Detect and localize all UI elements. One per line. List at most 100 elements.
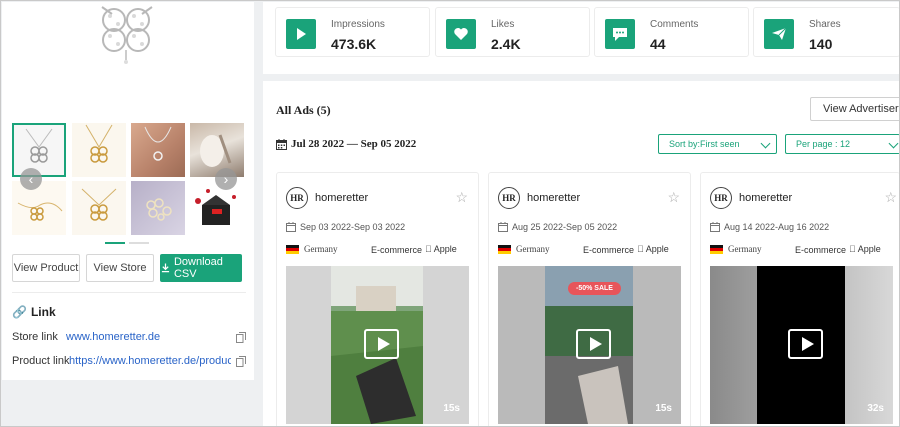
sort-by-value: Sort by:First seen [669, 139, 740, 149]
advertiser-logo: HR [710, 187, 732, 209]
store-link-row: Store link www.homeretter.de [12, 331, 246, 347]
stat-shares: Shares 140 [753, 7, 900, 57]
ad-os-text: Apple [639, 244, 669, 254]
germany-flag-icon [286, 245, 299, 254]
calendar-icon [710, 222, 720, 232]
calendar-icon [276, 138, 287, 150]
download-csv-label: Download CSV [173, 256, 223, 280]
advertiser-name[interactable]: homeretter [315, 192, 368, 204]
ad-card[interactable]: HR homeretter ☆ Aug 14 2022-Aug 16 2022 … [700, 172, 900, 427]
comment-icon [605, 19, 635, 49]
engagement-stats: Impressions 473.6K Likes 2.4K Comments 4… [263, 2, 900, 74]
stat-value: 44 [650, 36, 666, 52]
ad-date-range: Sep 03 2022-Sep 03 2022 [286, 222, 405, 232]
germany-flag-icon [710, 245, 723, 254]
play-icon[interactable] [364, 329, 399, 359]
date-range-text: Jul 28 2022 — Sep 05 2022 [291, 138, 417, 150]
video-duration: 15s [443, 403, 460, 414]
chevron-left-icon: ‹ [28, 171, 34, 187]
view-advertisers-button[interactable]: View Advertisers [810, 97, 900, 121]
star-icon[interactable]: ☆ [667, 190, 680, 204]
thumbnail-1[interactable] [12, 123, 66, 177]
play-icon[interactable] [576, 329, 611, 359]
advertiser-name[interactable]: homeretter [527, 192, 580, 204]
view-advertisers-label: View Advertisers [823, 103, 900, 115]
ad-country: Germany [516, 244, 550, 254]
ad-video[interactable]: 15s [286, 266, 469, 424]
ad-date-text: Sep 03 2022-Sep 03 2022 [300, 222, 406, 232]
thumbnail-3[interactable] [131, 123, 185, 177]
divider [12, 292, 246, 293]
ad-date-range: Aug 14 2022-Aug 16 2022 [710, 222, 829, 232]
stat-likes: Likes 2.4K [435, 7, 590, 57]
copy-icon[interactable] [236, 356, 246, 367]
germany-flag-icon [498, 245, 511, 254]
video-duration: 15s [655, 403, 672, 414]
product-panel: ‹ › View Product View Store Download CSV… [2, 2, 254, 380]
chevron-right-icon: › [223, 171, 229, 187]
ad-category: E-commerce [795, 245, 847, 255]
ad-date-text: Aug 14 2022-Aug 16 2022 [724, 222, 830, 232]
advertiser-logo: HR [498, 187, 520, 209]
product-main-image [101, 6, 153, 64]
date-range[interactable]: Jul 28 2022 — Sep 05 2022 [276, 138, 416, 150]
ad-date-text: Aug 25 2022-Sep 05 2022 [512, 222, 618, 232]
play-icon[interactable] [788, 329, 823, 359]
view-store-button[interactable]: View Store [86, 254, 154, 282]
view-product-button[interactable]: View Product [12, 254, 80, 282]
apple-icon:  [425, 244, 432, 254]
download-csv-button[interactable]: Download CSV [160, 254, 242, 282]
calendar-icon [498, 222, 508, 232]
carousel-dot-active[interactable] [105, 242, 125, 244]
download-icon [161, 263, 170, 273]
ad-os: Apple [849, 244, 881, 254]
view-store-label: View Store [93, 262, 147, 274]
sale-badge: -50% SALE [568, 282, 621, 295]
store-link-value[interactable]: www.homeretter.de [66, 331, 160, 343]
calendar-icon [286, 222, 296, 232]
product-link-value[interactable]: https://www.homeretter.de/products/kl... [69, 355, 231, 367]
carousel-prev-button[interactable]: ‹ [20, 168, 42, 190]
product-link-label: Product link [12, 355, 70, 367]
stat-label: Shares [809, 19, 841, 30]
ad-category: E-commerce [371, 245, 423, 255]
carousel-dot[interactable] [129, 242, 149, 244]
stat-value: 140 [809, 36, 833, 52]
ad-os-text: Apple [851, 244, 881, 254]
star-icon[interactable]: ☆ [455, 190, 468, 204]
star-icon[interactable]: ☆ [884, 190, 897, 204]
carousel-next-button[interactable]: › [215, 168, 237, 190]
apple-icon:  [849, 244, 856, 254]
thumbnail-7[interactable] [131, 181, 185, 235]
stat-impressions: Impressions 473.6K [275, 7, 430, 57]
chevron-down-icon [760, 138, 771, 149]
thumbnail-6[interactable] [72, 181, 126, 235]
ad-card[interactable]: HR homeretter ☆ Aug 25 2022-Sep 05 2022 … [488, 172, 691, 427]
ad-card[interactable]: HR homeretter ☆ Sep 03 2022-Sep 03 2022 … [276, 172, 479, 427]
advertiser-logo: HR [286, 187, 308, 209]
copy-icon[interactable] [236, 332, 246, 343]
advertiser-name[interactable]: homeretter [739, 192, 792, 204]
link-icon: 🔗 [12, 305, 27, 319]
thumbnail-2[interactable] [72, 123, 126, 177]
ad-video[interactable]: 32s [710, 266, 893, 424]
sort-by-select[interactable]: Sort by:First seen [658, 134, 777, 154]
ad-category: E-commerce [583, 245, 635, 255]
product-link-row: Product link https://www.homeretter.de/p… [12, 355, 246, 371]
ad-video[interactable]: -50% SALE 15s [498, 266, 681, 424]
video-duration: 32s [867, 403, 884, 414]
stat-label: Comments [650, 19, 699, 30]
ad-date-range: Aug 25 2022-Sep 05 2022 [498, 222, 617, 232]
thumbnail-4[interactable] [190, 123, 244, 177]
thumbnail-5[interactable] [12, 181, 66, 235]
stat-value: 2.4K [491, 36, 521, 52]
ad-os-text: Apple [427, 244, 457, 254]
per-page-select[interactable]: Per page : 12 [785, 134, 900, 154]
chevron-down-icon [888, 138, 899, 149]
send-icon [764, 19, 794, 49]
product-actions: View Product View Store Download CSV [12, 254, 246, 282]
carousel-indicator [105, 242, 149, 245]
thumbnail-8[interactable] [190, 181, 244, 235]
product-thumbnails [12, 123, 248, 235]
apple-icon:  [637, 244, 644, 254]
